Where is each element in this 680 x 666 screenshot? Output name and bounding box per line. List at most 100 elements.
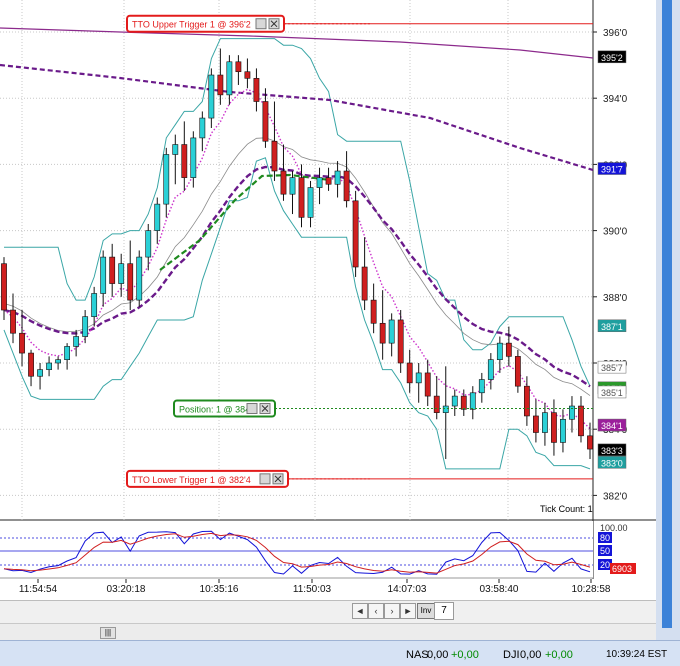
- candle-body: [226, 61, 233, 96]
- candle-body: [262, 101, 269, 142]
- x-tick-label: 03:58:40: [480, 584, 519, 595]
- candle-body: [280, 170, 287, 195]
- candle-body: [73, 336, 80, 347]
- indicator-tag-label: 100.00: [600, 523, 628, 533]
- oscillator-panel: 100.0080 50 20 6903: [0, 521, 636, 579]
- candle-body: [542, 412, 548, 433]
- candle-body: [190, 137, 197, 178]
- candle-body: [145, 230, 152, 258]
- tick-count-label: Tick Count: 1: [540, 504, 593, 514]
- candle-body: [82, 316, 89, 337]
- y-tick-label: 382'0: [603, 491, 628, 502]
- tab-current[interactable]: Inv: [417, 603, 435, 619]
- candle-body: [451, 395, 458, 407]
- price-tags: 395'2391'7387'1385'7385'2385'1384'1383'3…: [597, 50, 627, 469]
- nas-value: 0,00: [427, 649, 449, 661]
- status-clock: 10:39:24 EST: [606, 649, 668, 660]
- candle-body: [352, 200, 359, 268]
- dji-label: DJI: [503, 649, 520, 661]
- candle-body: [334, 170, 341, 185]
- price-tag-label: 383'0: [601, 458, 623, 468]
- nav-left-button[interactable]: ‹: [368, 603, 384, 619]
- candle-body: [316, 177, 323, 188]
- candle-body: [560, 418, 566, 443]
- nav-next-button[interactable]: ►: [400, 603, 416, 619]
- candle-body: [325, 177, 332, 185]
- candle-body: [118, 263, 125, 284]
- indicator-tag-label: 6903: [612, 564, 632, 574]
- candle-body: [533, 415, 539, 433]
- indicator-tag-label: 50: [600, 546, 610, 556]
- candle-body: [487, 359, 494, 380]
- candle-body: [271, 140, 278, 172]
- price-tag-label: 385'7: [601, 363, 623, 373]
- nas-change: +0,00: [451, 649, 479, 661]
- candle-body: [478, 379, 485, 394]
- status-bar: NAS 0,00 +0,00 DJI 0,00 +0,00 10:39:24 E…: [0, 640, 680, 666]
- price-tag-label: 391'7: [601, 165, 623, 175]
- candle-body: [361, 266, 368, 301]
- candle-body: [235, 61, 242, 73]
- candle-body: [217, 74, 224, 96]
- candle-body: [172, 144, 179, 155]
- candle-body: [28, 352, 34, 377]
- horizontal-scrollbar[interactable]: |||: [0, 623, 656, 641]
- side-bar: [662, 0, 672, 628]
- x-tick-label: 10:35:16: [200, 584, 239, 595]
- candle-body: [244, 71, 251, 79]
- candle-body: [154, 203, 161, 231]
- candle-body: [406, 362, 413, 384]
- order-modify-button: [259, 473, 271, 485]
- candle-body: [55, 359, 61, 364]
- candle-body: [100, 256, 107, 294]
- nas-label: NAS: [406, 649, 429, 661]
- order-label: TTO Lower Trigger 1 @ 382'4: [132, 475, 251, 485]
- x-tick-label: 03:20:18: [107, 584, 146, 595]
- indicator-tag-label: 20: [600, 560, 610, 570]
- candle-body: [514, 356, 521, 387]
- candle-body: [370, 299, 377, 324]
- indicator-tag-label: 80: [600, 533, 610, 543]
- order-label: TTO Upper Trigger 1 @ 396'2: [132, 20, 251, 30]
- nav-right-button[interactable]: ›: [384, 603, 400, 619]
- candle-body: [37, 369, 43, 377]
- candle-body: [433, 395, 440, 413]
- candle-body: [415, 372, 422, 384]
- candle-body: [442, 405, 449, 413]
- x-tick-label: 14:07:03: [388, 584, 427, 595]
- candle-body: [46, 362, 52, 370]
- candle-body: [127, 263, 134, 301]
- order-label: Position: 1 @ 384'5: [179, 405, 257, 415]
- nav-prev-button[interactable]: ◄: [352, 603, 368, 619]
- y-tick-label: 390'0: [603, 227, 628, 238]
- candle-body: [136, 256, 143, 301]
- price-tag-label: 395'2: [601, 53, 623, 63]
- candle-body: [523, 385, 530, 417]
- time-axis: 11:54:54 03:20:18 10:35:16 11:50:03 14:07:03…: [0, 579, 656, 600]
- candle-body: [289, 177, 296, 195]
- dji-value: 0,00: [520, 649, 542, 661]
- candle-body: [460, 395, 467, 410]
- y-tick-label: 388'0: [603, 293, 628, 304]
- scroll-thumb[interactable]: |||: [100, 627, 116, 639]
- candle-body: [91, 293, 98, 317]
- candle-body: [298, 177, 305, 218]
- candle-body: [505, 342, 512, 357]
- candle-body: [253, 78, 260, 102]
- price-tag-label: 383'3: [601, 446, 623, 456]
- candle-body: [343, 170, 350, 202]
- candle-body: [587, 435, 593, 450]
- candle-body: [307, 187, 314, 218]
- candle-body: [578, 405, 584, 437]
- candle-body: [10, 309, 16, 334]
- y-tick-label: 394'0: [603, 94, 628, 105]
- candle-body: [551, 412, 557, 443]
- tab-7[interactable]: 7: [434, 602, 454, 620]
- price-tag-label: 384'1: [601, 421, 623, 431]
- candle-body: [199, 117, 206, 139]
- candle-body: [379, 322, 386, 344]
- candle-body: [469, 392, 476, 410]
- candle-body: [64, 346, 71, 360]
- y-tick-label: 396'0: [603, 28, 628, 39]
- candle-body: [397, 319, 404, 364]
